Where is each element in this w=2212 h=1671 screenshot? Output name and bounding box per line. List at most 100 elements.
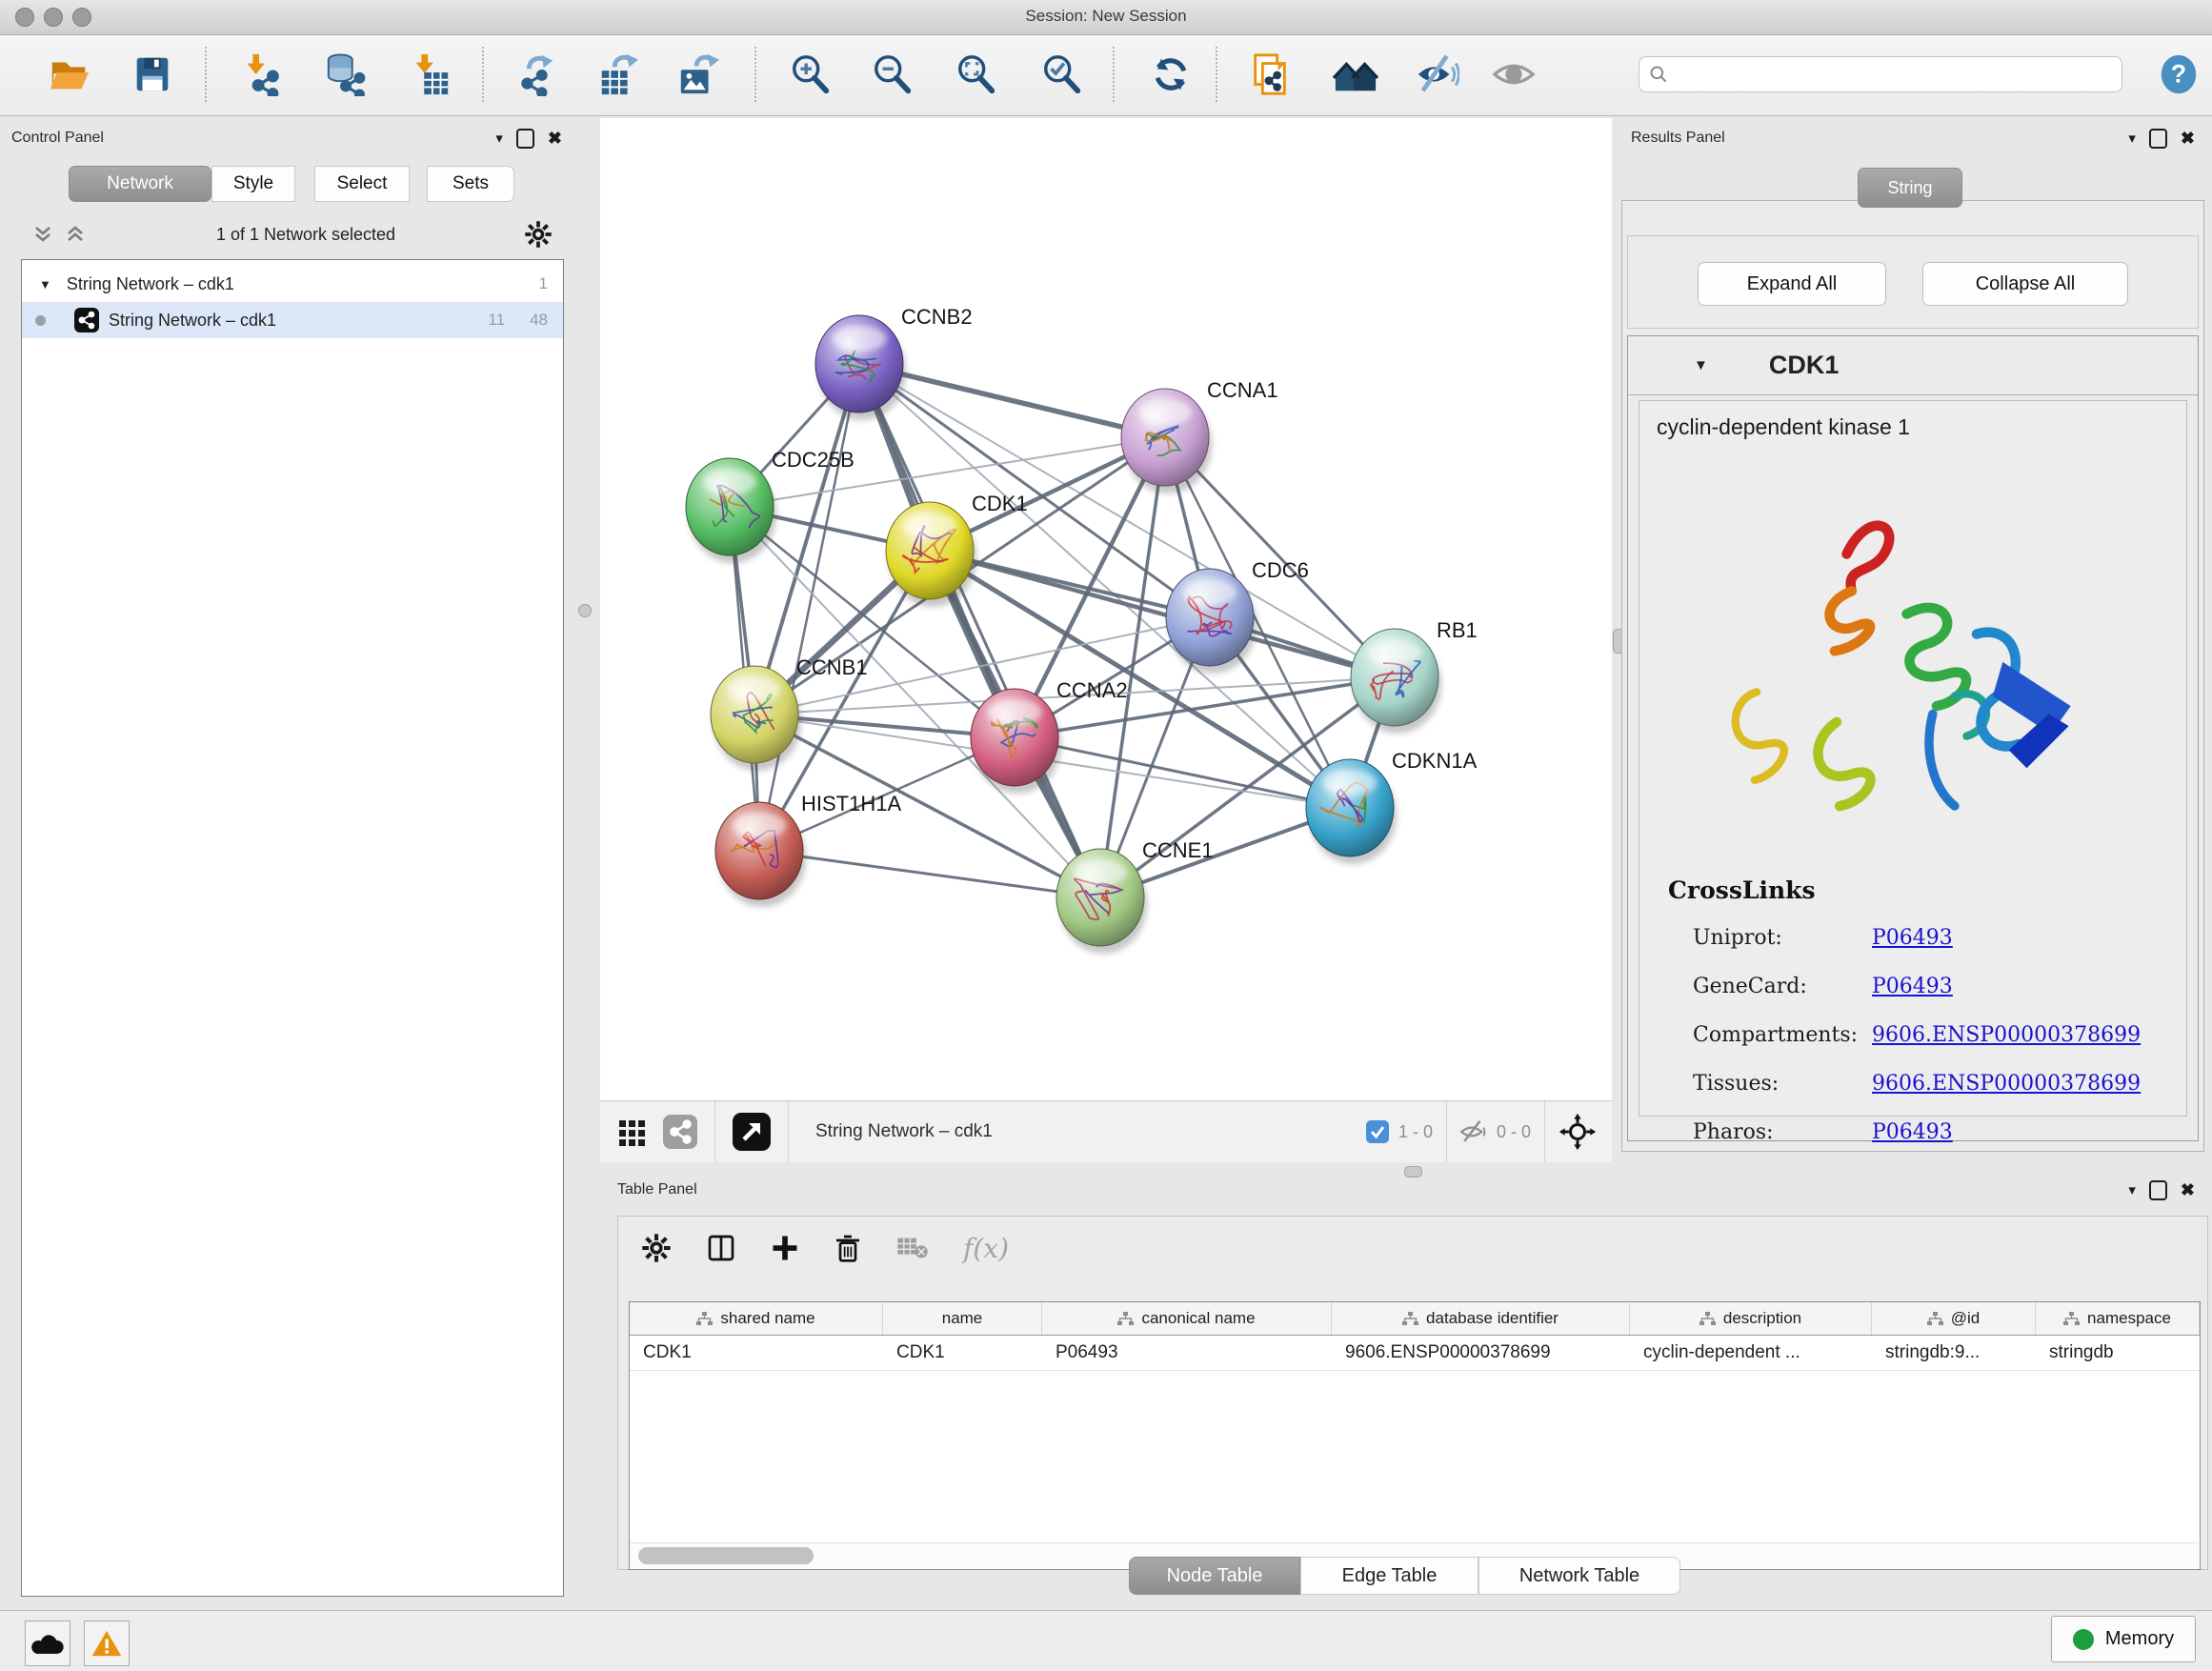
table-panel-close-icon[interactable]: ✖ <box>2181 1180 2195 1200</box>
network-node-CCNE1[interactable] <box>1056 849 1147 954</box>
delete-column-trash-icon[interactable] <box>834 1233 862 1263</box>
network-edge[interactable] <box>759 364 859 851</box>
hide-panels-eye-slash-icon[interactable] <box>1414 50 1461 98</box>
import-network-icon[interactable] <box>236 50 284 98</box>
export-table-icon[interactable] <box>594 50 642 98</box>
zoom-out-icon[interactable] <box>869 50 916 98</box>
table-cell[interactable]: CDK1 <box>630 1336 883 1370</box>
table-cell[interactable]: P06493 <box>1042 1336 1332 1370</box>
tab-style[interactable]: Style <box>211 166 295 202</box>
tab-network[interactable]: Network <box>69 166 211 202</box>
warning-status-button[interactable] <box>84 1621 130 1666</box>
show-hide-graphics-icon[interactable] <box>1332 50 1379 98</box>
column-header-name[interactable]: name <box>883 1302 1042 1335</box>
column-header-label: namespace <box>2087 1309 2171 1328</box>
network-node-HIST1H1A[interactable] <box>715 802 806 907</box>
table-options-gear-icon[interactable] <box>641 1233 672 1263</box>
cloud-status-button[interactable] <box>25 1621 70 1666</box>
open-session-icon[interactable] <box>45 50 92 98</box>
node-label: CDK1 <box>972 492 1028 515</box>
results-panel-close-icon[interactable]: ✖ <box>2181 129 2195 149</box>
open-view-in-window-icon[interactable] <box>733 1113 771 1151</box>
collection-expand-caret-icon[interactable]: ▼ <box>39 277 51 292</box>
table-panel-float-icon[interactable]: ▾ <box>2128 1181 2136 1198</box>
network-node-CCNA2[interactable] <box>971 689 1061 794</box>
tab-edge-table[interactable]: Edge Table <box>1300 1557 1478 1595</box>
export-network-icon[interactable] <box>513 50 560 98</box>
refresh-icon[interactable] <box>1147 50 1195 98</box>
protein-section-header[interactable]: ▼ CDK1 <box>1627 335 2199 395</box>
network-view-canvas[interactable]: CCNB2CCNA1CDC25BCDK1CDC6RB1CCNB1CCNA2CDK… <box>600 118 1612 1100</box>
network-node-CDKN1A[interactable] <box>1306 759 1397 864</box>
clone-network-icon[interactable] <box>1246 50 1294 98</box>
help-icon[interactable]: ? <box>2155 50 2202 98</box>
zoom-selected-icon[interactable] <box>1038 50 1086 98</box>
control-panel-close-icon[interactable]: ✖ <box>548 129 562 149</box>
network-options-gear-icon[interactable] <box>524 220 553 249</box>
column-header-shared-name[interactable]: shared name <box>630 1302 883 1335</box>
expand-all-networks-icon[interactable] <box>63 222 88 247</box>
network-node-CCNA1[interactable] <box>1121 389 1212 493</box>
collapse-all-networks-icon[interactable] <box>30 222 55 247</box>
network-node-CDC6[interactable] <box>1166 569 1257 674</box>
show-column-icon[interactable] <box>706 1233 736 1263</box>
expand-all-button[interactable]: Expand All <box>1698 262 1886 306</box>
network-node-CDC25B[interactable] <box>686 458 776 563</box>
column-header-canonical-name[interactable]: canonical name <box>1042 1302 1332 1335</box>
save-session-icon[interactable] <box>129 50 176 98</box>
tab-select[interactable]: Select <box>314 166 410 202</box>
crosslink-link[interactable]: 9606.ENSP00000378699 <box>1872 1023 2141 1047</box>
scrollbar-thumb[interactable] <box>638 1547 814 1564</box>
network-node-CDK1[interactable] <box>886 502 976 607</box>
column-header--id[interactable]: @id <box>1872 1302 2036 1335</box>
table-cell[interactable]: stringdb <box>2036 1336 2200 1370</box>
table-cell[interactable]: stringdb:9... <box>1872 1336 2036 1370</box>
import-network-from-database-icon[interactable] <box>322 50 370 98</box>
column-header-namespace[interactable]: namespace <box>2036 1302 2200 1335</box>
memory-status-button[interactable]: Memory <box>2051 1616 2196 1662</box>
left-splitter-grip[interactable] <box>578 604 592 617</box>
crosslink-link[interactable]: P06493 <box>1872 975 1953 998</box>
pan-crosshair-icon[interactable] <box>1558 1113 1597 1151</box>
crosslink-link[interactable]: P06493 <box>1872 1120 1953 1144</box>
create-column-plus-icon[interactable] <box>771 1234 799 1262</box>
zoom-in-icon[interactable] <box>787 50 835 98</box>
birds-eye-view-grid-icon[interactable] <box>617 1117 648 1147</box>
crosslink-label: Compartments: <box>1693 1023 1872 1047</box>
tab-sets[interactable]: Sets <box>427 166 514 202</box>
table-cell[interactable]: CDK1 <box>883 1336 1042 1370</box>
column-header-description[interactable]: description <box>1630 1302 1872 1335</box>
node-table[interactable]: shared namenamecanonical namedatabase id… <box>629 1301 2201 1570</box>
crosslink-link[interactable]: P06493 <box>1872 926 1953 950</box>
zoom-fit-icon[interactable] <box>953 50 1000 98</box>
tab-string[interactable]: String <box>1858 168 1962 208</box>
network-node-RB1[interactable] <box>1351 629 1441 734</box>
column-header-database-identifier[interactable]: database identifier <box>1332 1302 1630 1335</box>
toolbar-separator <box>754 47 756 102</box>
tab-node-table[interactable]: Node Table <box>1129 1557 1300 1595</box>
control-panel-float-icon[interactable]: ▾ <box>495 130 503 147</box>
results-panel-float-icon[interactable]: ▾ <box>2128 130 2136 147</box>
table-panel-maximize-icon[interactable] <box>2149 1180 2167 1200</box>
network-node-CCNB2[interactable] <box>815 315 906 420</box>
crosslink-link[interactable]: 9606.ENSP00000378699 <box>1872 1072 2141 1096</box>
control-panel-maximize-icon[interactable] <box>516 129 534 149</box>
network-view-type-icon[interactable] <box>663 1115 697 1149</box>
table-cell[interactable]: cyclin-dependent ... <box>1630 1336 1872 1370</box>
tab-network-table[interactable]: Network Table <box>1478 1557 1680 1595</box>
delete-table-icon-disabled <box>896 1235 929 1261</box>
selected-items-checkbox-icon[interactable] <box>1366 1120 1389 1143</box>
show-panels-eye-icon[interactable] <box>1490 50 1538 98</box>
protein-collapse-caret-icon[interactable]: ▼ <box>1694 357 1708 373</box>
export-image-icon[interactable] <box>674 50 722 98</box>
network-row-selected[interactable]: String Network – cdk1 11 48 <box>22 302 563 338</box>
collapse-all-button[interactable]: Collapse All <box>1922 262 2128 306</box>
network-edge[interactable] <box>930 551 1395 677</box>
network-edge[interactable] <box>759 851 1100 897</box>
search-field[interactable] <box>1639 56 2122 92</box>
import-table-icon[interactable] <box>406 50 453 98</box>
results-panel-maximize-icon[interactable] <box>2149 129 2167 149</box>
network-collection-row[interactable]: ▼ String Network – cdk1 1 <box>22 266 563 302</box>
table-cell[interactable]: 9606.ENSP00000378699 <box>1332 1336 1630 1370</box>
table-row[interactable]: CDK1CDK1P064939606.ENSP00000378699cyclin… <box>630 1336 2200 1371</box>
